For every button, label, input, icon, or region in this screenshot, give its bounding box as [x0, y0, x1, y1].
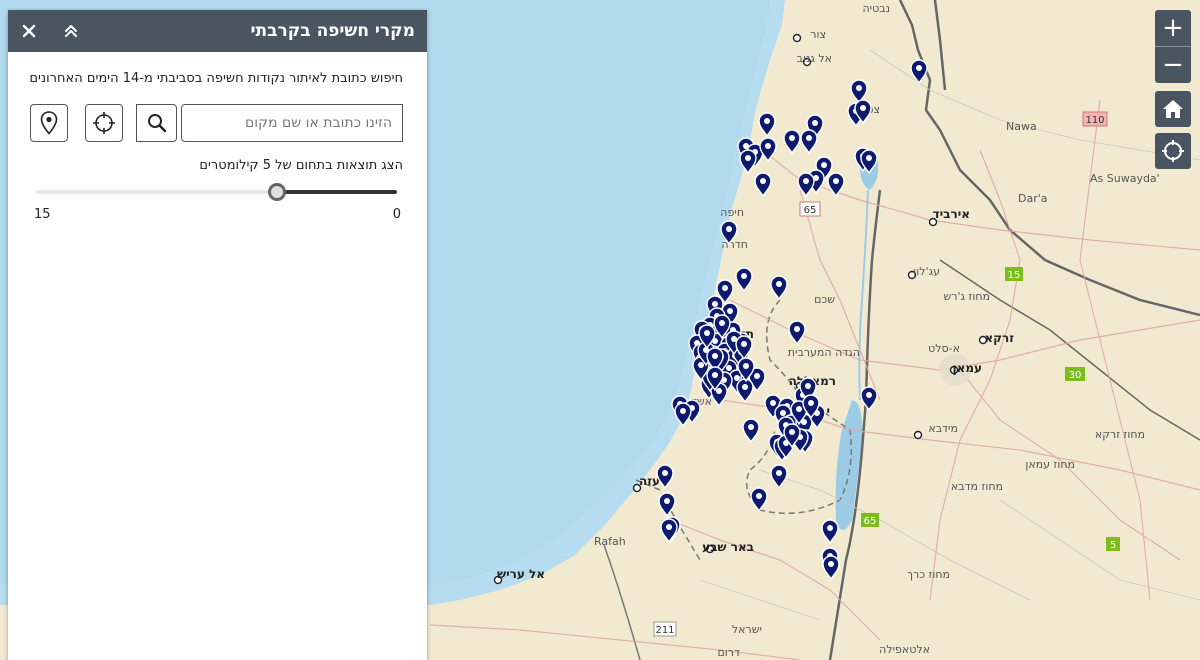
svg-text:30: 30	[1069, 370, 1082, 381]
map-label: ישראל	[732, 623, 762, 636]
panel-title: מקרי חשיפה בקרבתי	[250, 21, 415, 41]
slider-thumb[interactable]	[267, 183, 286, 201]
city-dot	[913, 430, 923, 440]
panel-header: מקרי חשיפה בקרבתי	[8, 10, 427, 52]
panel-description: חיפוש כתובת לאיתור נקודות חשיפה בסביבתי …	[29, 71, 403, 86]
locate-icon	[1162, 140, 1184, 162]
search-button[interactable]	[136, 104, 177, 142]
city-dot	[792, 33, 802, 43]
slider-fill	[276, 190, 397, 194]
map-label: As Suwayda'	[1090, 172, 1160, 185]
zoom-control: + −	[1155, 10, 1191, 83]
zoom-out-button[interactable]: −	[1155, 47, 1191, 83]
map-label: דרום	[717, 646, 740, 659]
address-search-input[interactable]	[181, 104, 403, 142]
map-label: עג'לון	[913, 265, 940, 278]
map-label: באר שבע	[702, 540, 754, 554]
search-icon	[147, 114, 166, 133]
map-label: הגדה המערבית	[788, 346, 860, 359]
svg-text:211: 211	[655, 625, 674, 636]
search-row	[8, 104, 427, 144]
select-on-map-button[interactable]	[30, 104, 68, 142]
map-label: Nawa	[1006, 120, 1037, 133]
svg-text:15: 15	[1008, 270, 1021, 281]
map-label: מחוז ג'רש	[943, 290, 990, 303]
radius-label: הצג תוצאות בתחום של 5 קילומטרים	[199, 158, 403, 173]
current-location-button[interactable]	[85, 104, 123, 142]
home-button[interactable]	[1155, 91, 1191, 127]
slider-min-label: 0	[392, 207, 401, 222]
svg-text:65: 65	[804, 205, 817, 216]
map-label: מידבא	[928, 422, 958, 435]
zoom-in-button[interactable]: +	[1155, 10, 1191, 46]
map-label: זרקא	[984, 331, 1014, 345]
map-label: אל עריש	[497, 567, 545, 581]
map-label: צור	[810, 28, 826, 41]
svg-text:65: 65	[864, 516, 877, 527]
map-label: שכם	[814, 293, 835, 306]
exposure-panel: מקרי חשיפה בקרבתי חיפוש כתובת לאיתור נקו…	[8, 10, 427, 660]
svg-text:110: 110	[1085, 115, 1104, 126]
crosshair-icon	[93, 112, 115, 134]
home-icon	[1163, 100, 1183, 118]
location-pin-icon	[40, 111, 58, 135]
map-label: אלטאפילה	[879, 643, 930, 656]
map-label: אל גנוב	[797, 52, 832, 65]
map-label: אירביד	[933, 207, 970, 221]
svg-text:5: 5	[1110, 540, 1116, 551]
map-label: א-סלט	[928, 342, 960, 355]
map-label: מחוז מדבא	[951, 480, 1003, 493]
slider-max-label: 15	[34, 207, 51, 222]
close-button[interactable]	[18, 20, 40, 42]
map-label: מחוז כרך	[907, 568, 950, 581]
map-label: מחוז זרקא	[1095, 428, 1145, 441]
map-label: נבטיה	[862, 2, 890, 15]
map-label: עמאן	[952, 361, 982, 375]
close-icon	[22, 24, 36, 38]
collapse-button[interactable]	[60, 20, 82, 42]
radius-slider[interactable]	[8, 181, 427, 203]
map-label: חיפה	[720, 206, 744, 219]
collapse-icon	[65, 25, 77, 37]
map-label: Rafah	[594, 535, 626, 548]
locate-button[interactable]	[1155, 133, 1191, 169]
map-label: Dar'a	[1018, 192, 1048, 205]
map-label: מחוז עמאן	[1025, 458, 1075, 471]
